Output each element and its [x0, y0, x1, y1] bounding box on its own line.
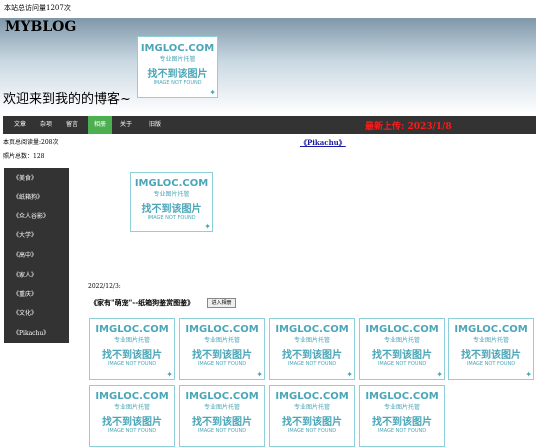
- placeholder-message: 找不到该图片: [102, 350, 162, 361]
- placeholder-note: IMAGE NOT FOUND: [107, 361, 157, 367]
- enter-album-button[interactable]: 进入相册: [207, 298, 236, 308]
- star-icon: ✦: [346, 370, 353, 379]
- featured-album-link[interactable]: 《Pikachu》: [300, 138, 346, 148]
- placeholder-note: IMAGE NOT FOUND: [107, 428, 157, 434]
- placeholder-brand: IMGLOC.COM: [454, 324, 528, 335]
- placeholder-brand: IMGLOC.COM: [140, 43, 215, 54]
- placeholder-message: 找不到该图片: [282, 417, 342, 428]
- featured-image-not-found[interactable]: IMGLOC.COM 专业图片托管 找不到该图片 IMAGE NOT FOUND…: [130, 172, 213, 232]
- nav-item-messages[interactable]: 留言: [59, 116, 85, 134]
- placeholder-brand: IMGLOC.COM: [95, 324, 169, 335]
- nav-item-misc[interactable]: 杂项: [33, 116, 59, 134]
- header-banner: MYBLOG IMGLOC.COM 专业图片托管 找不到该图片 IMAGE NO…: [0, 18, 536, 114]
- blog-title[interactable]: MYBLOG: [5, 19, 76, 35]
- gallery-thumbnail[interactable]: IMGLOC.COM 专业图片托管 找不到该图片 IMAGE NOT FOUND…: [179, 318, 265, 380]
- sidebar-item-culture[interactable]: 《文化》: [13, 308, 37, 317]
- star-icon: ✦: [204, 222, 211, 231]
- gallery-thumbnail[interactable]: IMGLOC.COM 专业图片托管 找不到该图片 IMAGE NOT FOUND…: [89, 318, 175, 380]
- placeholder-note: IMAGE NOT FOUND: [147, 215, 196, 221]
- post-date: 2022/12/3:: [88, 283, 121, 290]
- placeholder-brand: IMGLOC.COM: [185, 391, 259, 402]
- page-visits-counter: 本页总阅读量:208次: [3, 139, 59, 146]
- sidebar-item-university[interactable]: 《大学》: [13, 230, 37, 239]
- placeholder-note: IMAGE NOT FOUND: [466, 361, 516, 367]
- nav-item-about[interactable]: 关于: [113, 116, 139, 134]
- star-icon: ✦: [166, 370, 173, 379]
- header-image-not-found: IMGLOC.COM 专业图片托管 找不到该图片 IMAGE NOT FOUND…: [137, 36, 218, 98]
- placeholder-brand: IMGLOC.COM: [185, 324, 259, 335]
- placeholder-brand: IMGLOC.COM: [275, 391, 349, 402]
- placeholder-note: IMAGE NOT FOUND: [153, 80, 202, 86]
- placeholder-subtitle: 专业图片托管: [293, 404, 330, 411]
- placeholder-message: 找不到该图片: [102, 417, 162, 428]
- gallery-thumbnail[interactable]: IMGLOC.COM 专业图片托管 找不到该图片 IMAGE NOT FOUND: [89, 385, 175, 447]
- placeholder-note: IMAGE NOT FOUND: [377, 428, 427, 434]
- post-title: 《家有"萌宠"--纸箱狗鉴赏图鉴》: [90, 298, 195, 307]
- latest-upload-notice: 最新上传: 2023/1/8: [365, 122, 452, 132]
- sidebar-item-high-school[interactable]: 《高中》: [13, 250, 37, 259]
- star-icon: ✦: [209, 88, 216, 97]
- sidebar-item-pikachu[interactable]: 《Pikachu》: [13, 328, 49, 337]
- placeholder-message: 找不到该图片: [372, 350, 432, 361]
- placeholder-subtitle: 专业图片托管: [383, 404, 420, 411]
- album-sidebar: 《美食》 《纸箱狗》 《众人谷影》 《大学》 《高中》 《家人》 《重庆》 《文…: [4, 168, 69, 343]
- placeholder-message: 找不到该图片: [147, 69, 208, 80]
- placeholder-message: 找不到该图片: [461, 350, 521, 361]
- placeholder-subtitle: 专业图片托管: [203, 404, 240, 411]
- sidebar-item-chongqing[interactable]: 《重庆》: [13, 289, 37, 298]
- sidebar-item-family[interactable]: 《家人》: [13, 270, 37, 279]
- sidebar-item-box-dog[interactable]: 《纸箱狗》: [13, 192, 43, 201]
- placeholder-subtitle: 专业图片托管: [472, 337, 509, 344]
- gallery-thumbnail[interactable]: IMGLOC.COM 专业图片托管 找不到该图片 IMAGE NOT FOUND: [179, 385, 265, 447]
- placeholder-message: 找不到该图片: [192, 417, 252, 428]
- placeholder-brand: IMGLOC.COM: [275, 324, 349, 335]
- gallery-thumbnail[interactable]: IMGLOC.COM 专业图片托管 找不到该图片 IMAGE NOT FOUND…: [359, 318, 445, 380]
- gallery-thumbnail[interactable]: IMGLOC.COM 专业图片托管 找不到该图片 IMAGE NOT FOUND: [359, 385, 445, 447]
- placeholder-subtitle: 专业图片托管: [383, 337, 420, 344]
- placeholder-subtitle: 专业图片托管: [113, 337, 150, 344]
- gallery-thumbnail[interactable]: IMGLOC.COM 专业图片托管 找不到该图片 IMAGE NOT FOUND…: [448, 318, 534, 380]
- placeholder-brand: IMGLOC.COM: [95, 391, 169, 402]
- placeholder-note: IMAGE NOT FOUND: [377, 361, 427, 367]
- nav-item-articles[interactable]: 文章: [7, 116, 33, 134]
- placeholder-note: IMAGE NOT FOUND: [287, 361, 337, 367]
- placeholder-message: 找不到该图片: [141, 204, 202, 215]
- welcome-text: 欢迎来到我的的博客~: [3, 92, 131, 107]
- sidebar-item-crowd[interactable]: 《众人谷影》: [13, 211, 49, 220]
- placeholder-brand: IMGLOC.COM: [134, 178, 209, 189]
- placeholder-message: 找不到该图片: [372, 417, 432, 428]
- placeholder-subtitle: 专业图片托管: [203, 337, 240, 344]
- placeholder-subtitle: 专业图片托管: [153, 191, 190, 198]
- placeholder-subtitle: 专业图片托管: [113, 404, 150, 411]
- star-icon: ✦: [525, 370, 532, 379]
- total-visits-counter: 本站总访问量1207次: [4, 4, 71, 12]
- main-navigation: 文章 杂项 留言 相册 关于 旧版: [3, 116, 536, 134]
- gallery-thumbnail[interactable]: IMGLOC.COM 专业图片托管 找不到该图片 IMAGE NOT FOUND…: [269, 318, 355, 380]
- photo-count: 照片总数：128: [3, 153, 45, 160]
- nav-item-album[interactable]: 相册: [88, 116, 112, 134]
- placeholder-brand: IMGLOC.COM: [365, 391, 439, 402]
- star-icon: ✦: [436, 370, 443, 379]
- placeholder-subtitle: 专业图片托管: [293, 337, 330, 344]
- placeholder-note: IMAGE NOT FOUND: [197, 361, 247, 367]
- placeholder-message: 找不到该图片: [282, 350, 342, 361]
- placeholder-brand: IMGLOC.COM: [365, 324, 439, 335]
- gallery-thumbnail[interactable]: IMGLOC.COM 专业图片托管 找不到该图片 IMAGE NOT FOUND: [269, 385, 355, 447]
- placeholder-note: IMAGE NOT FOUND: [197, 428, 247, 434]
- sidebar-item-food[interactable]: 《美食》: [13, 173, 37, 182]
- star-icon: ✦: [256, 370, 263, 379]
- placeholder-subtitle: 专业图片托管: [159, 56, 196, 63]
- nav-item-old-version[interactable]: 旧版: [141, 116, 169, 134]
- placeholder-note: IMAGE NOT FOUND: [287, 428, 337, 434]
- placeholder-message: 找不到该图片: [192, 350, 252, 361]
